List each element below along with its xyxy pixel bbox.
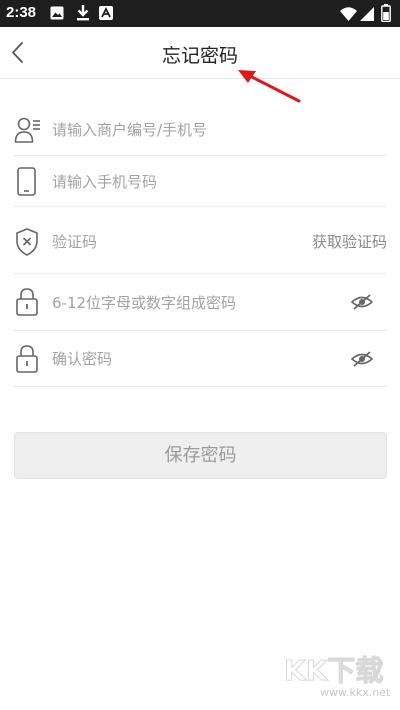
status-time: 2:38	[6, 4, 37, 21]
lock-icon	[14, 287, 42, 321]
lock-icon	[14, 344, 42, 378]
save-password-button[interactable]: 保存密码	[14, 432, 387, 479]
password-row	[14, 274, 387, 331]
status-bar: 2:38	[0, 0, 400, 27]
svg-text:KK下载: KK下载	[284, 654, 383, 687]
header: 忘记密码	[0, 27, 400, 79]
code-input[interactable]	[52, 230, 252, 254]
confirm-password-row	[14, 331, 387, 387]
watermark-logo: KK下载 www.kkx.net	[280, 650, 396, 700]
annotation-arrow-icon	[236, 66, 302, 108]
eye-off-icon[interactable]	[350, 293, 374, 315]
code-row: 获取验证码	[14, 207, 387, 274]
signal-icon	[360, 6, 374, 25]
phone-icon	[14, 167, 42, 201]
download-icon	[76, 5, 90, 25]
phone-row	[14, 156, 387, 207]
app-icon	[99, 5, 113, 24]
user-icon	[14, 116, 42, 148]
eye-off-icon[interactable]	[350, 350, 374, 372]
svg-text:www.kkx.net: www.kkx.net	[320, 686, 391, 699]
battery-icon	[381, 4, 391, 26]
confirm-password-input[interactable]	[52, 347, 312, 371]
image-icon	[50, 5, 64, 24]
phone-input[interactable]	[52, 170, 312, 194]
merchant-input[interactable]	[52, 118, 312, 142]
password-input[interactable]	[52, 291, 312, 315]
get-code-button[interactable]: 获取验证码	[312, 231, 387, 252]
merchant-row	[14, 104, 387, 156]
shield-icon	[14, 227, 42, 261]
page-title: 忘记密码	[161, 45, 238, 67]
wifi-icon	[340, 6, 357, 25]
